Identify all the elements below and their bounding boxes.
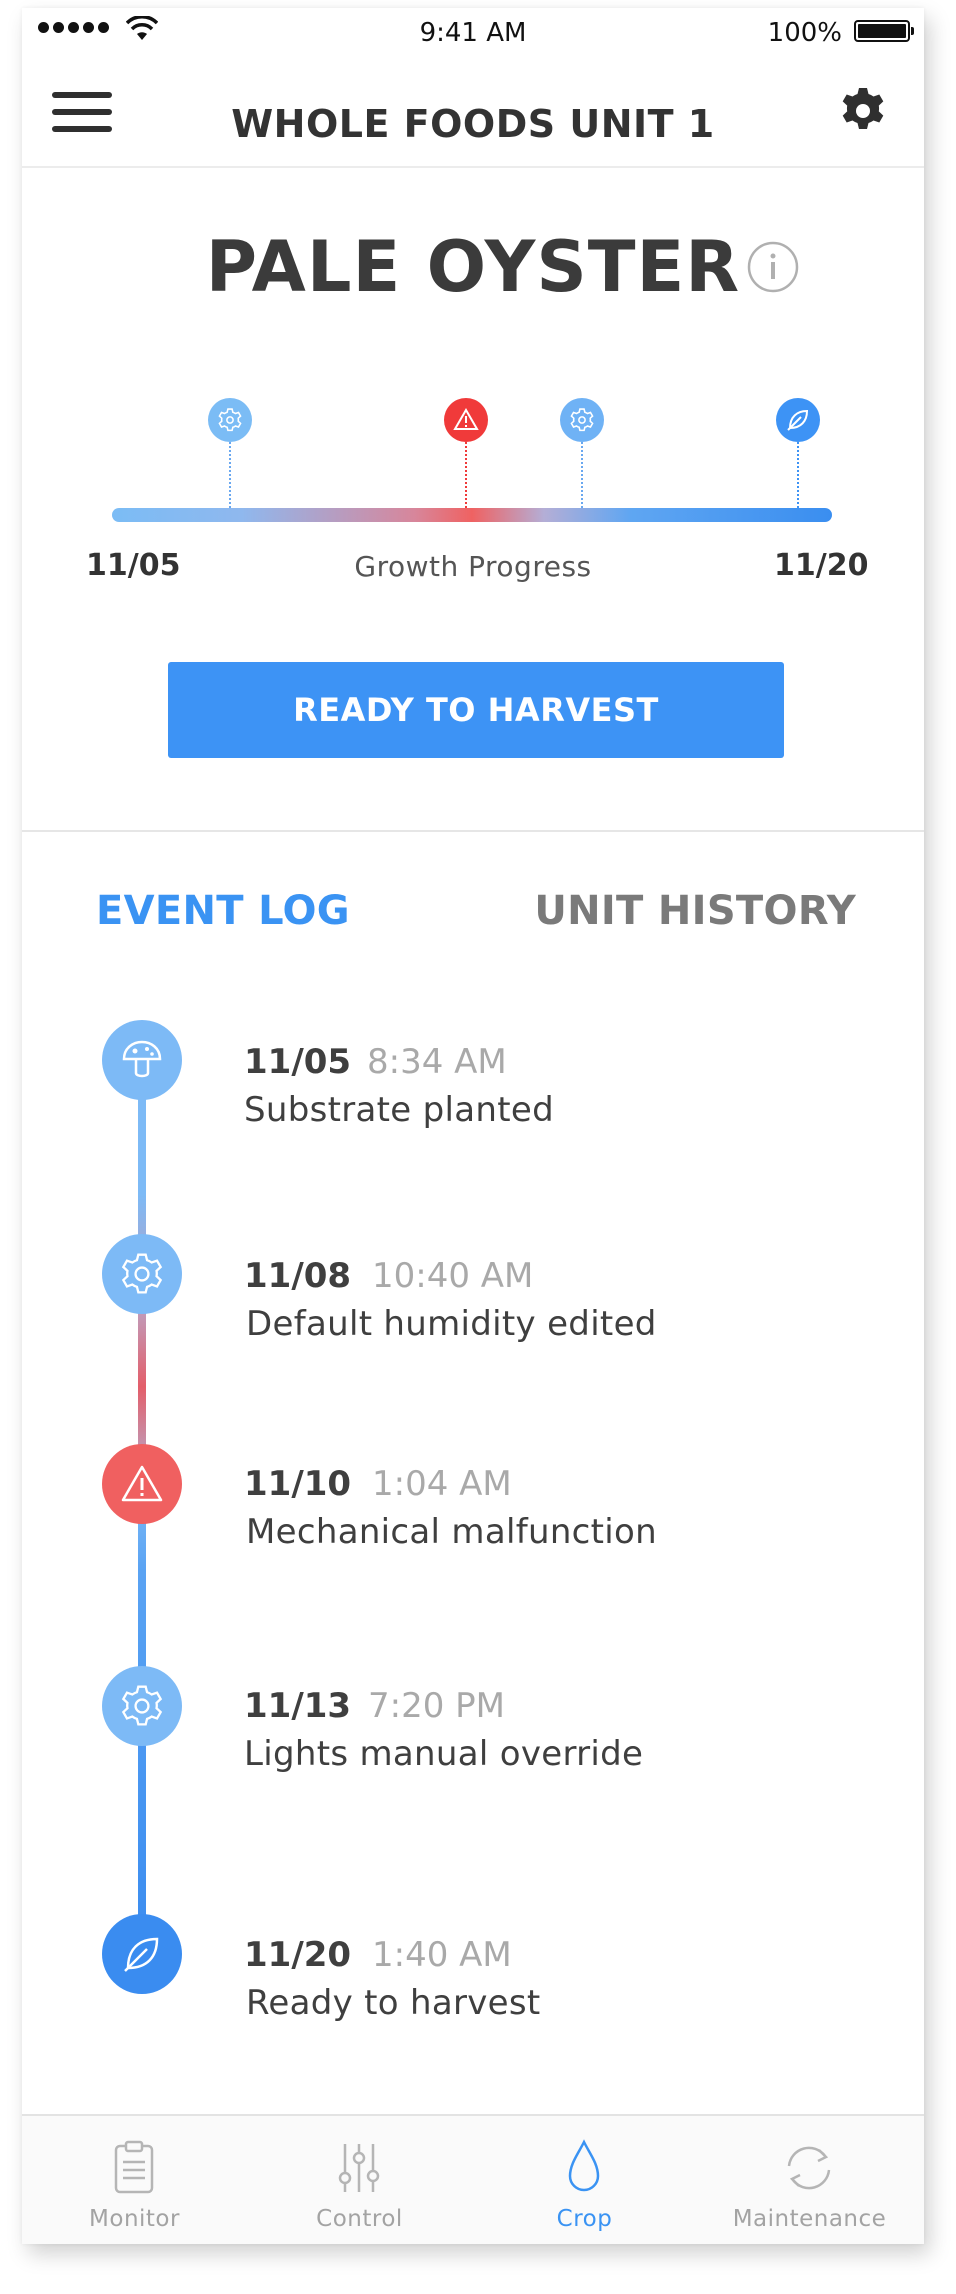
event-description: Lights manual override (244, 1734, 644, 1774)
clipboard-icon (114, 2140, 154, 2194)
event-icon-badge (102, 1914, 182, 1994)
mushroom-icon (122, 1040, 162, 1078)
tab-maintenance-label: Maintenance (732, 2206, 887, 2232)
progress-end-date: 11/20 (774, 548, 869, 583)
status-bar: 9:41 AM 100% (22, 8, 924, 52)
page-title: WHOLE FOODS UNIT 1 (231, 102, 715, 146)
tab-crop-label: Crop (556, 2206, 613, 2232)
refresh-icon (787, 2146, 831, 2190)
gear-icon (121, 1685, 163, 1726)
event-description: Mechanical malfunction (246, 1512, 657, 1552)
tab-unit-history[interactable]: UNIT HISTORY (534, 888, 856, 934)
event-time: 8:34 AM (367, 1042, 507, 1082)
event-date: 11/13 (244, 1686, 352, 1726)
battery-percent: 100% (767, 18, 842, 48)
settings-button[interactable] (838, 86, 888, 136)
event-time: 10:40 AM (372, 1256, 534, 1296)
event-time: 1:04 AM (372, 1464, 512, 1504)
event-date: 11/20 (244, 1935, 352, 1975)
info-icon[interactable] (746, 240, 800, 294)
gear-icon (218, 408, 242, 432)
bottom-tab-bar: Monitor Control Crop Maintenance (22, 2114, 924, 2244)
progress-marker-leaf[interactable] (776, 398, 820, 442)
menu-icon (52, 92, 112, 98)
event-date: 11/08 (244, 1256, 352, 1296)
warning-icon (121, 1465, 163, 1502)
divider (22, 830, 924, 832)
event-time: 1:40 AM (372, 1935, 512, 1975)
tab-monitor[interactable]: Monitor (22, 2116, 247, 2244)
tab-control[interactable]: Control (247, 2116, 472, 2244)
event-icon-badge (102, 1020, 182, 1100)
progress-marker-gear[interactable] (208, 398, 252, 442)
event-date: 11/10 (244, 1464, 352, 1504)
gear-icon (842, 88, 884, 129)
progress-marker-warning[interactable] (444, 398, 488, 442)
event-date: 11/05 (244, 1042, 352, 1082)
gear-icon (570, 408, 594, 432)
tab-maintenance[interactable]: Maintenance (697, 2116, 922, 2244)
event-icon-badge (102, 1666, 182, 1746)
tab-control-label: Control (316, 2206, 403, 2232)
tab-event-log[interactable]: EVENT LOG (96, 888, 350, 934)
leaf-icon (787, 409, 809, 431)
growth-progress: 11/05 Growth Progress 11/20 (22, 398, 924, 598)
progress-marker-gear[interactable] (560, 398, 604, 442)
event-time: 7:20 PM (368, 1686, 505, 1726)
event-icon-badge (102, 1234, 182, 1314)
nav-bar: WHOLE FOODS UNIT 1 (22, 52, 924, 168)
growth-progress-bar (112, 508, 832, 522)
event-description: Ready to harvest (246, 1983, 541, 2023)
ready-to-harvest-button[interactable]: READY TO HARVEST (168, 662, 784, 758)
sliders-icon (338, 2144, 380, 2192)
event-description: Substrate planted (244, 1090, 554, 1130)
tab-crop[interactable]: Crop (472, 2116, 697, 2244)
gear-icon (121, 1253, 163, 1294)
battery-icon (854, 20, 914, 42)
event-icon-badge (102, 1444, 182, 1524)
event-description: Default humidity edited (246, 1304, 657, 1344)
warning-icon (453, 408, 479, 430)
tab-monitor-label: Monitor (89, 2206, 180, 2232)
leaf-icon (124, 1937, 159, 1972)
phone-screen: 9:41 AM 100% WHOLE FOODS UNIT 1 PALE OYS… (22, 8, 924, 2244)
droplet-icon (568, 2139, 600, 2192)
